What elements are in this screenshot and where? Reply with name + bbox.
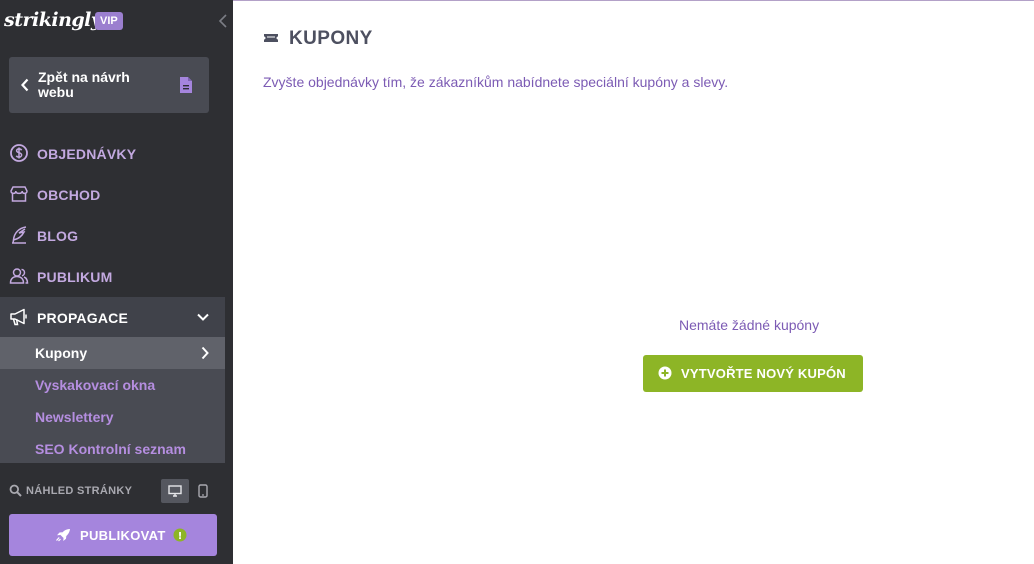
megaphone-icon bbox=[10, 308, 27, 326]
vip-badge: VIP bbox=[95, 12, 123, 30]
desktop-preview-button[interactable] bbox=[161, 479, 189, 503]
store-icon bbox=[10, 186, 28, 202]
main-content: KUPONY Zvyšte objednávky tím, že zákazní… bbox=[233, 0, 1034, 564]
chevron-left-icon bbox=[21, 78, 29, 92]
chevron-down-icon bbox=[197, 313, 209, 321]
page-icon bbox=[180, 77, 192, 93]
feather-icon bbox=[12, 226, 27, 244]
promotion-submenu: Kupony Vyskakovací okna Newslettery SEO … bbox=[0, 337, 225, 463]
publish-label: PUBLIKOVAT bbox=[80, 528, 166, 543]
nav-item-blog[interactable]: BLOG bbox=[0, 215, 225, 256]
submenu-label: SEO Kontrolní seznam bbox=[35, 441, 186, 457]
publish-button[interactable]: PUBLIKOVAT ! bbox=[9, 514, 217, 556]
nav-label: OBCHOD bbox=[37, 187, 101, 203]
nav-label: PUBLIKUM bbox=[37, 269, 113, 285]
empty-state-text: Nemáte žádné kupóny bbox=[679, 317, 820, 333]
create-coupon-label: VYTVOŘTE NOVÝ KUPÓN bbox=[681, 366, 846, 381]
logo[interactable]: strikingly bbox=[4, 9, 102, 31]
back-to-editor-button[interactable]: Zpět na návrh webu bbox=[9, 57, 209, 113]
submenu-item-seo-checklist[interactable]: SEO Kontrolní seznam bbox=[0, 433, 225, 465]
submenu-label: Kupony bbox=[35, 345, 88, 361]
plus-circle-icon bbox=[658, 366, 672, 380]
logo-row: strikingly VIP bbox=[0, 0, 233, 44]
mobile-preview-button[interactable] bbox=[194, 479, 212, 503]
alert-mark: ! bbox=[178, 531, 183, 542]
submenu-item-coupons[interactable]: Kupony bbox=[0, 337, 225, 369]
search-icon bbox=[9, 484, 22, 497]
nav-item-store[interactable]: OBCHOD bbox=[0, 174, 225, 215]
back-button-label: Zpět na návrh webu bbox=[38, 69, 130, 100]
nav-label: BLOG bbox=[37, 228, 79, 244]
nav-label: OBJEDNÁVKY bbox=[37, 146, 137, 162]
nav-item-orders[interactable]: OBJEDNÁVKY bbox=[0, 133, 225, 174]
users-icon bbox=[9, 268, 29, 284]
submenu-item-popups[interactable]: Vyskakovací okna bbox=[0, 369, 225, 401]
nav-item-audience[interactable]: PUBLIKUM bbox=[0, 256, 225, 297]
submenu-label: Newslettery bbox=[35, 409, 114, 425]
desktop-icon bbox=[168, 485, 182, 497]
nav-item-promotion[interactable]: PROPAGACE bbox=[0, 297, 225, 338]
create-coupon-button[interactable]: VYTVOŘTE NOVÝ KUPÓN bbox=[643, 355, 863, 392]
preview-page-link[interactable]: NÁHLED STRÁNKY bbox=[26, 485, 132, 497]
chevron-left-icon[interactable] bbox=[218, 13, 228, 29]
submenu-label: Vyskakovací okna bbox=[35, 377, 156, 393]
dollar-circle-icon bbox=[10, 144, 28, 162]
mobile-icon bbox=[198, 484, 208, 498]
coupon-icon bbox=[264, 34, 278, 42]
rocket-icon bbox=[56, 529, 70, 542]
alert-icon: ! bbox=[173, 528, 187, 542]
submenu-item-newsletters[interactable]: Newslettery bbox=[0, 401, 225, 433]
chevron-right-icon bbox=[201, 346, 209, 360]
page-description: Zvyšte objednávky tím, že zákazníkům nab… bbox=[263, 74, 729, 90]
nav-label: PROPAGACE bbox=[37, 310, 128, 326]
page-title: KUPONY bbox=[289, 28, 373, 49]
sidebar: strikingly VIP Zpět na návrh webu OBJEDN… bbox=[0, 0, 233, 564]
preview-row: NÁHLED STRÁNKY bbox=[0, 476, 225, 506]
